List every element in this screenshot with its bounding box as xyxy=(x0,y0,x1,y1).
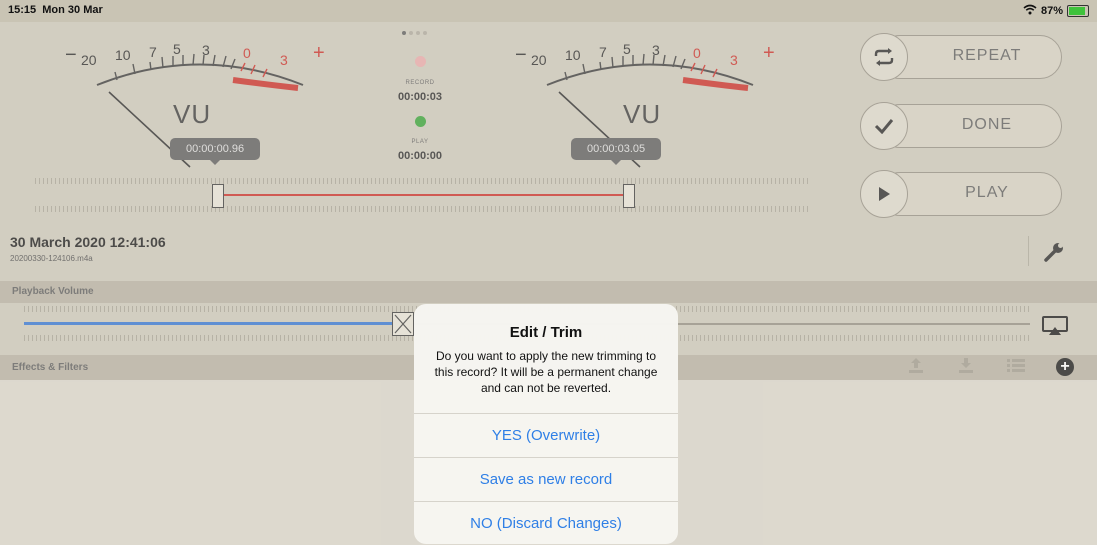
status-time: 15:15 Mon 30 Mar xyxy=(8,4,103,16)
discard-button[interactable]: NO (Discard Changes) xyxy=(414,501,678,544)
save-as-new-button[interactable]: Save as new record xyxy=(414,457,678,501)
overwrite-button[interactable]: YES (Overwrite) xyxy=(414,413,678,457)
battery-icon xyxy=(1067,5,1089,17)
dialog-message: Do you want to apply the new trimming to… xyxy=(434,349,658,395)
status-indicators: 87% xyxy=(1023,4,1089,18)
battery-percent: 87% xyxy=(1040,5,1063,17)
status-bar: 15:15 Mon 30 Mar 87% xyxy=(0,0,1097,22)
edit-trim-dialog: Edit / Trim Do you want to apply the new… xyxy=(414,304,678,544)
dialog-title: Edit / Trim xyxy=(509,324,583,341)
status-clock: 15:15 xyxy=(8,4,37,16)
status-date: Mon 30 Mar xyxy=(42,4,103,16)
wifi-icon xyxy=(1023,4,1037,18)
